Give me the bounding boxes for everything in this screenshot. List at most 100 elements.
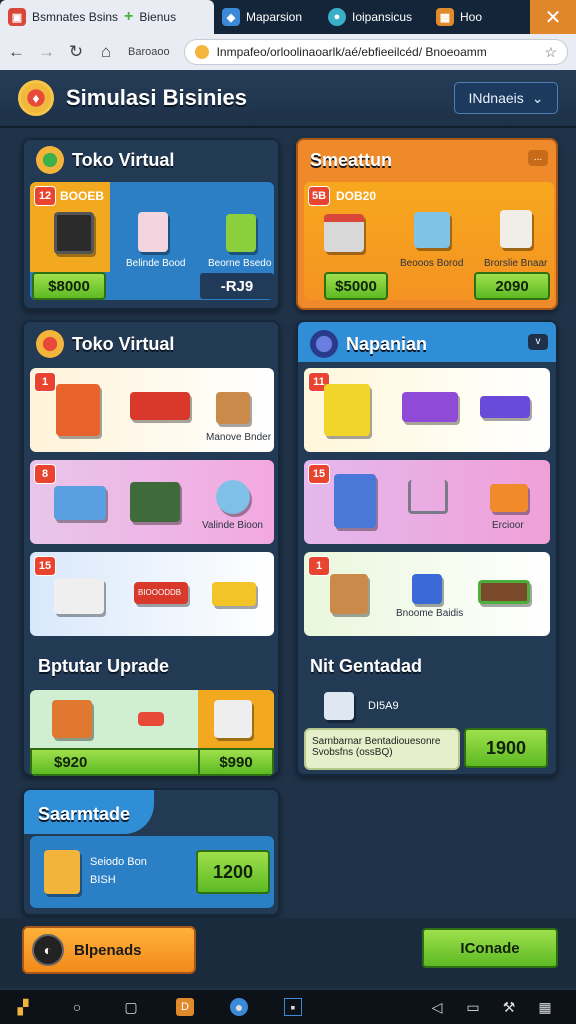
search-icon[interactable]: ○ xyxy=(68,998,86,1016)
menu-button[interactable]: ... xyxy=(528,150,548,166)
profit-value: -RJ9 xyxy=(200,273,274,299)
browser-tab-bar: ▣ Bsmnates Bsins + Bienus ◆ Maparsion ● … xyxy=(0,0,576,34)
level-badge: 12 xyxy=(34,186,56,206)
app-folder-icon[interactable]: D xyxy=(176,998,194,1016)
level-badge: 8 xyxy=(34,464,56,484)
button-label: Blpenads xyxy=(74,941,142,959)
shop-building-icon xyxy=(324,214,364,252)
shopping-cart-icon xyxy=(408,480,448,514)
grid-icon[interactable]: ▦ xyxy=(536,998,554,1016)
crate-icon xyxy=(52,700,92,738)
tab-maparsion[interactable]: ◆ Maparsion xyxy=(214,0,320,34)
shop-item-row[interactable]: 15 Ercioor xyxy=(304,460,550,544)
sign-board-icon xyxy=(324,384,370,436)
plus-icon[interactable]: + xyxy=(124,8,133,26)
cardboard-box-icon xyxy=(330,574,368,614)
sign-text: BIOOODDB xyxy=(138,588,182,597)
tab-simulasi[interactable]: ▣ Bsmnates Bsins + Bienus xyxy=(0,0,214,34)
ticket-icon xyxy=(480,396,530,418)
buy-price-button[interactable]: $5000 xyxy=(324,272,388,300)
shop-item-row[interactable]: 8 Valinde Bioon xyxy=(30,460,274,544)
back-arrow-icon[interactable]: ← xyxy=(8,42,25,62)
cash-register-icon xyxy=(54,486,106,520)
upgrade-price-button[interactable]: $920 xyxy=(30,748,200,776)
level-badge: 1 xyxy=(34,372,56,392)
upgrade-card[interactable]: $920 $990 xyxy=(30,690,274,776)
task-view-icon[interactable]: ▢ xyxy=(122,998,140,1016)
shopping-bag-icon xyxy=(138,212,168,252)
tab-ioipansicus[interactable]: ● Ioipansicus xyxy=(320,0,428,34)
napanian-panel: Napanian v 11 15 Ercioor 1 Bnoome Baidis… xyxy=(296,320,558,776)
store-emblem-icon xyxy=(36,330,64,358)
product-card[interactable]: Seiodo Bon BISH 1200 xyxy=(30,836,274,908)
cash-bundle-icon xyxy=(212,582,256,606)
vending-machine-icon xyxy=(56,384,100,436)
shop-item-row[interactable]: 1 Bnoome Baidis xyxy=(304,552,550,636)
os-taskbar: ▞ ○ ▢ D ● ▪ ◁ ▭ ⚒ ▦ xyxy=(0,990,576,1024)
bookmark-star-icon[interactable]: ☆ xyxy=(544,44,557,61)
panel-title: Smeattun xyxy=(310,150,393,170)
section-title: Nit Gentadad xyxy=(310,656,423,676)
item-caption: BISH xyxy=(90,874,116,886)
shop-favicon-icon: ▦ xyxy=(436,8,454,26)
language-value: INdnaeis xyxy=(468,90,524,106)
item-caption: Valinde Bioon xyxy=(202,520,263,531)
reload-icon[interactable]: ↻ xyxy=(68,42,84,62)
buy-price-button[interactable]: 1900 xyxy=(464,728,548,768)
message-icon[interactable]: ▭ xyxy=(464,998,482,1016)
book-icon xyxy=(500,210,532,248)
notification-icon[interactable]: ◁ xyxy=(428,998,446,1016)
menu-button[interactable]: v xyxy=(528,334,548,350)
level-badge: 5B xyxy=(308,186,330,206)
buy-price-button[interactable]: 1200 xyxy=(196,850,270,894)
item-caption: Seiodo Bon xyxy=(90,856,147,868)
stat-badge: DOB20 xyxy=(336,189,377,203)
toolbar-text: Baroaoo xyxy=(128,46,170,58)
purple-box-icon xyxy=(402,392,458,422)
forward-arrow-icon[interactable]: → xyxy=(38,42,55,62)
start-icon[interactable]: ▞ xyxy=(14,998,32,1016)
description-box: Sarnbarnar Bentadiouesonre Svobsfns (oss… xyxy=(304,728,460,770)
market-stall-icon xyxy=(130,482,180,522)
product-card[interactable]: 5B DOB20 Beooos Borod Brorslie Bnaar $50… xyxy=(304,182,554,300)
settings-app-icon[interactable]: ▪ xyxy=(284,998,302,1016)
product-card[interactable]: 12 BOOEB Belinde Bood Beorne Bsedo $8000… xyxy=(30,182,274,300)
close-icon[interactable]: ✕ xyxy=(530,0,576,34)
app-header: ♦ Simulasi Bisinies INdnaeis ⌄ xyxy=(0,70,576,128)
buy-price-button[interactable]: 2090 xyxy=(474,272,550,300)
counter-icon xyxy=(130,392,190,420)
orb-icon xyxy=(310,330,338,358)
toy-blocks-icon xyxy=(490,484,528,512)
tab-extra-label: Bienus xyxy=(139,10,177,24)
url-input[interactable]: Inmpafeo/orloolinaoarlk/aé/ebfieeilcéd/ … xyxy=(183,39,568,65)
stat-badge: BOOEB xyxy=(60,189,105,203)
globe-display-icon xyxy=(216,480,250,514)
tab-hoo[interactable]: ▦ Hoo xyxy=(428,0,498,34)
gears-icon xyxy=(138,712,164,726)
panel-title: Napanian xyxy=(346,334,428,354)
browser-app-icon[interactable]: ● xyxy=(230,998,248,1016)
tab-label: Hoo xyxy=(460,10,483,24)
item-caption: Beorne Bsedo xyxy=(208,258,272,269)
money-stack-icon xyxy=(478,580,530,604)
upgrade-price-button[interactable]: $990 xyxy=(198,748,274,776)
lock-icon xyxy=(194,45,209,59)
computer-monitor-icon xyxy=(54,212,94,254)
conade-button[interactable]: IConade xyxy=(422,928,558,968)
language-select[interactable]: INdnaeis ⌄ xyxy=(454,82,558,114)
item-caption: Ercioor xyxy=(492,520,524,531)
buy-price-button[interactable]: $8000 xyxy=(32,272,106,300)
section-title: Bptutar Uprade xyxy=(38,656,170,676)
tools-icon[interactable]: ⚒ xyxy=(500,998,518,1016)
shop-item-row[interactable]: 11 xyxy=(304,368,550,452)
shop-item-row[interactable]: 1 Manove Bnder xyxy=(30,368,274,452)
printer-icon xyxy=(412,574,442,604)
shop-item-row[interactable]: 15 BIOOODDB xyxy=(30,552,274,636)
item-caption: Brorslie Bnaar xyxy=(484,258,548,269)
package-icon xyxy=(216,392,250,424)
item-subtitle: DI5A9 xyxy=(368,700,399,712)
item-caption: Manove Bnder xyxy=(206,432,272,443)
home-icon[interactable]: ⌂ xyxy=(98,42,114,62)
item-caption: Beooos Borod xyxy=(400,258,464,269)
blpenads-button[interactable]: ◐ Blpenads xyxy=(22,926,196,974)
